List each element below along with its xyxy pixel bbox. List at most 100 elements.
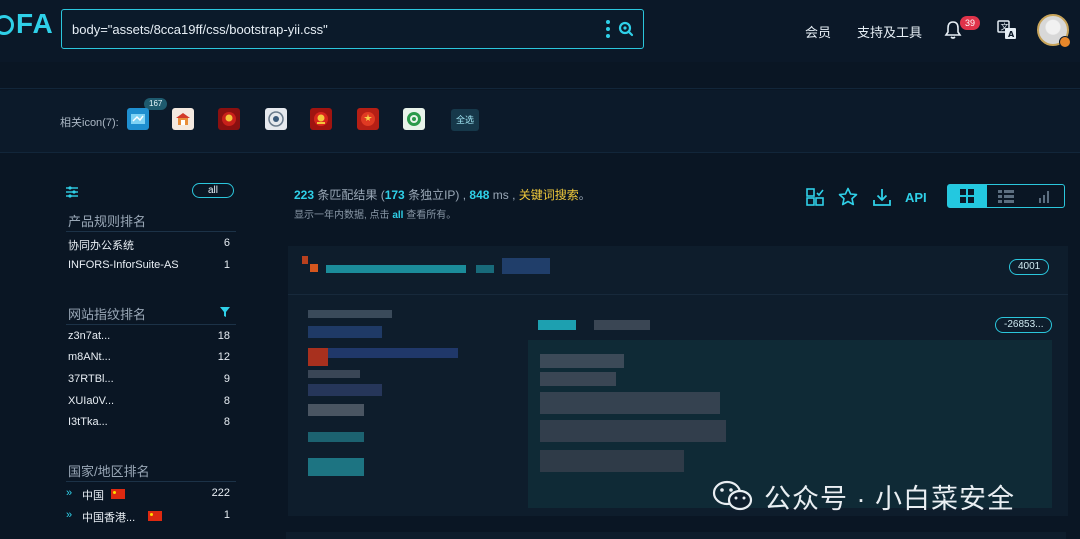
- download-icon[interactable]: [872, 187, 892, 207]
- total-results: 223: [294, 188, 315, 202]
- redacted-block: [308, 370, 360, 378]
- fingerprint-item[interactable]: XUIa0V... 8: [68, 395, 230, 411]
- fingerprint-item[interactable]: m8ANt... 12: [68, 351, 230, 367]
- redacted-block: [476, 265, 494, 273]
- star-icon[interactable]: [838, 187, 858, 207]
- search-input[interactable]: [72, 19, 592, 39]
- all-filter-button[interactable]: all: [192, 183, 234, 198]
- redacted-block: [308, 310, 392, 318]
- wechat-watermark: 公众号 · 小白菜安全: [712, 478, 1015, 514]
- expand-chevron-icon[interactable]: »: [66, 487, 72, 499]
- result-card[interactable]: 4001 -26853...: [288, 246, 1068, 516]
- wechat-icon: [712, 480, 753, 511]
- header-divider: [0, 88, 1080, 89]
- search-box[interactable]: [61, 9, 644, 49]
- chart-view-button[interactable]: [1025, 185, 1064, 207]
- compare-icon[interactable]: [805, 187, 825, 207]
- fingerprint-item[interactable]: 37RTBl... 9: [68, 373, 230, 389]
- related-favicon-6-icon[interactable]: [357, 108, 379, 130]
- related-favicon-4-icon[interactable]: [265, 108, 287, 130]
- product-count: 6: [223, 237, 230, 249]
- ip-suffix: 条独立IP) ,: [404, 188, 470, 202]
- fingerprint-item[interactable]: z3n7at... 18: [68, 330, 230, 346]
- related-icons-label: 相关icon(7):: [60, 117, 119, 129]
- country-count: 222: [211, 487, 230, 499]
- unique-ip-count: 173: [384, 188, 405, 202]
- view-mode-toggle: [947, 184, 1065, 208]
- country-count: 1: [223, 509, 230, 521]
- search-icon[interactable]: [618, 21, 634, 37]
- data-range-note: 显示一年内数据, 点击 all 查看所有。: [294, 206, 456, 221]
- related-favicon-1-icon[interactable]: [127, 108, 149, 130]
- logo[interactable]: FA: [0, 8, 54, 40]
- ms-suffix: ms ,: [489, 188, 519, 202]
- nav-support-tools[interactable]: 支持及工具: [857, 22, 922, 41]
- fingerprint-ranking-title: 网站指纹排名: [68, 307, 147, 322]
- port-badge[interactable]: -26853...: [995, 317, 1053, 333]
- avatar-status-icon: [1059, 36, 1071, 48]
- country-item[interactable]: » 中国 222: [66, 487, 230, 503]
- related-favicon-5-icon[interactable]: [310, 108, 332, 130]
- redacted-block: [308, 384, 382, 396]
- expand-chevron-icon[interactable]: »: [66, 509, 72, 521]
- hongkong-flag-icon: [148, 511, 162, 521]
- redacted-block: [326, 265, 466, 273]
- filter-settings-icon[interactable]: [66, 186, 78, 198]
- redacted-block: [540, 354, 624, 368]
- related-icons-bar: 相关icon(7): 167 全选: [0, 90, 1080, 152]
- redacted-block: [540, 450, 684, 472]
- fingerprint-count: 12: [217, 351, 230, 363]
- api-link[interactable]: API: [905, 190, 927, 205]
- related-favicon-3-icon[interactable]: [218, 108, 240, 130]
- product-count: 1: [223, 259, 230, 271]
- stats-period: 。: [578, 188, 591, 202]
- keyword-search-link[interactable]: 关键词搜索: [519, 188, 579, 202]
- redacted-block: [302, 256, 308, 264]
- product-item[interactable]: 协同办公系统 6: [68, 237, 230, 253]
- section-divider: [66, 481, 236, 482]
- nav-membership[interactable]: 会员: [805, 22, 831, 41]
- note-suffix: 查看所有。: [403, 210, 457, 221]
- fingerprint-count: 18: [217, 330, 230, 342]
- product-label: INFORS-InforSuite-AS: [68, 259, 179, 271]
- fingerprint-label: I3tTka...: [68, 416, 108, 428]
- country-ranking-title: 国家/地区排名: [68, 464, 150, 479]
- list-view-button[interactable]: [987, 185, 1026, 207]
- fingerprint-count: 9: [223, 373, 230, 385]
- redacted-block: [540, 372, 616, 386]
- product-label: 协同办公系统: [68, 240, 134, 252]
- redacted-block: [308, 326, 382, 338]
- top-header: FA 会员 支持及工具 39 文 A: [0, 0, 1080, 62]
- fingerprint-label: XUIa0V...: [68, 395, 115, 407]
- port-badge[interactable]: 4001: [1009, 259, 1050, 275]
- country-item[interactable]: » 中国香港... 1: [66, 509, 230, 525]
- grid-view-button[interactable]: [948, 185, 987, 207]
- product-ranking-title: 产品规则排名: [68, 214, 147, 229]
- redacted-block: [594, 320, 650, 330]
- china-flag-icon: [111, 489, 125, 499]
- card-divider: [288, 294, 1068, 295]
- section-divider: [66, 231, 236, 232]
- show-all-link[interactable]: all: [392, 210, 403, 221]
- redacted-block: [540, 420, 726, 442]
- total-suffix: 条匹配结果 (: [314, 188, 385, 202]
- redacted-block: [308, 348, 328, 366]
- next-result-card: [286, 532, 1066, 539]
- filter-sidebar: all 产品规则排名 协同办公系统 6 INFORS-InforSuite-AS…: [0, 153, 262, 539]
- redacted-block: [540, 392, 720, 414]
- select-all-button[interactable]: 全选: [451, 109, 479, 131]
- fingerprint-label: z3n7at...: [68, 330, 111, 342]
- logo-ring-icon: [0, 15, 14, 35]
- more-options-icon[interactable]: [605, 20, 611, 38]
- related-favicon-7-icon[interactable]: [403, 108, 425, 130]
- translate-icon[interactable]: 文 A: [997, 20, 1017, 40]
- svg-text:A: A: [1008, 30, 1015, 39]
- product-item[interactable]: INFORS-InforSuite-AS 1: [68, 259, 230, 275]
- related-favicon-2-icon[interactable]: [172, 108, 194, 130]
- notification-badge: 39: [960, 16, 980, 30]
- fingerprint-item[interactable]: I3tTka... 8: [68, 416, 230, 432]
- note-prefix: 显示一年内数据, 点击: [294, 210, 393, 221]
- funnel-filter-icon[interactable]: [219, 306, 231, 318]
- fingerprint-label: m8ANt...: [68, 351, 111, 363]
- fingerprint-count: 8: [223, 395, 230, 407]
